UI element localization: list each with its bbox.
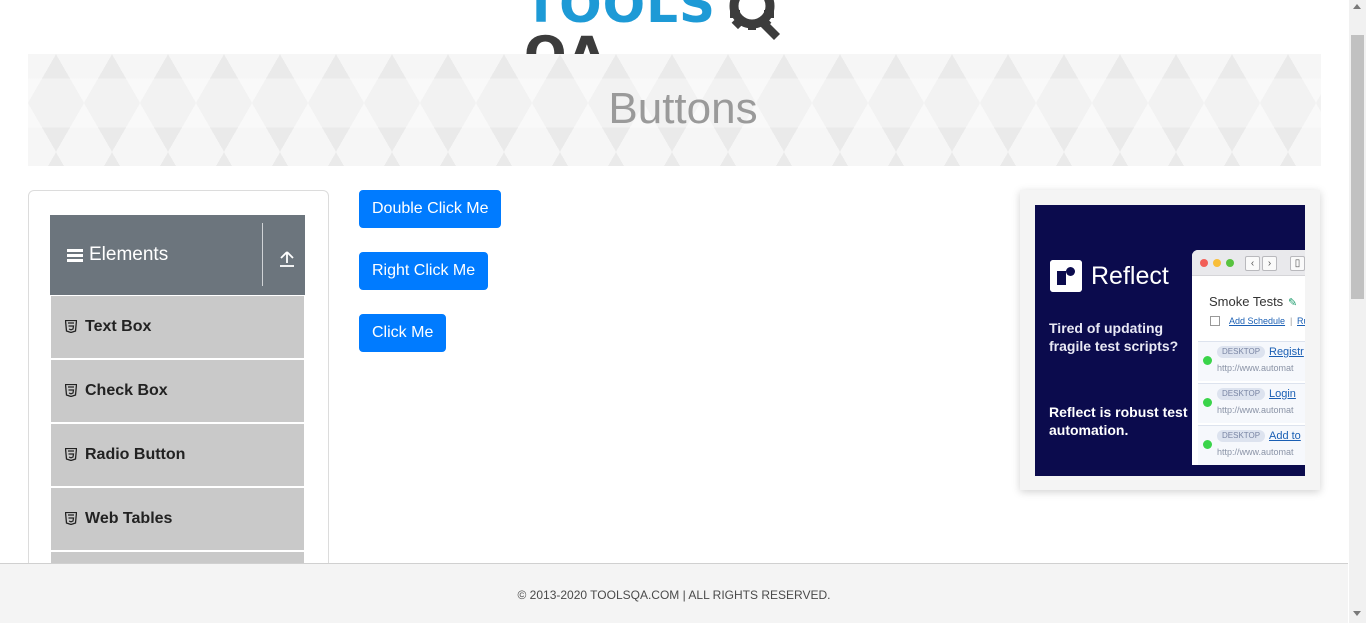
- mock-test-name: Login: [1269, 388, 1296, 400]
- ad-brand-name: Reflect: [1091, 262, 1169, 290]
- html5-icon: [65, 512, 77, 525]
- chevron-left-icon: ‹: [1245, 256, 1260, 271]
- scroll-up-arrow-icon[interactable]: [1353, 4, 1361, 9]
- mock-test-row: DESKTOP Add to http://www.automat: [1198, 425, 1305, 465]
- sidebar-item-partial[interactable]: [51, 552, 304, 563]
- maximize-dot-icon: [1226, 259, 1234, 267]
- ad-claim: Reflect is robust test automation.: [1049, 404, 1188, 438]
- vertical-scrollbar[interactable]: [1349, 0, 1366, 623]
- html5-icon: [65, 384, 77, 397]
- sidebar-group-title: Elements: [89, 244, 169, 265]
- mock-window-bar: ‹ › ▯: [1192, 250, 1305, 276]
- sidebar-group-elements[interactable]: Elements: [50, 215, 305, 295]
- sidebar-item-label: Radio Button: [85, 446, 186, 463]
- calendar-icon: [1210, 316, 1220, 326]
- collapse-up-icon[interactable]: [279, 250, 295, 268]
- html5-icon: [65, 320, 77, 333]
- sidebar-item-label: Check Box: [85, 382, 168, 399]
- site-logo[interactable]: TOOLSQA: [524, 0, 844, 80]
- page-footer: © 2013-2020 TOOLSQA.COM | ALL RIGHTS RES…: [0, 563, 1348, 623]
- mock-test-url: http://www.automat: [1217, 363, 1294, 373]
- footer-copyright: © 2013-2020 TOOLSQA.COM | ALL RIGHTS RES…: [517, 588, 831, 602]
- mock-test-url: http://www.automat: [1217, 447, 1294, 457]
- sidebar-item-radio-button[interactable]: Radio Button: [51, 424, 304, 486]
- chevron-right-icon: ›: [1262, 256, 1277, 271]
- scroll-down-arrow-icon[interactable]: [1353, 611, 1361, 616]
- mock-schedule-link: Add Schedule: [1229, 316, 1286, 326]
- hamburger-icon: [67, 249, 83, 262]
- mock-run-link: Ru: [1297, 316, 1305, 326]
- ad-app-mockup: ‹ › ▯ Smoke Tests ✎ Add Schedule | Ru DE…: [1192, 250, 1305, 465]
- mock-test-row: DESKTOP Registr http://www.automat: [1198, 341, 1305, 381]
- status-ok-icon: [1203, 356, 1212, 365]
- sidebar-item-label: Text Box: [85, 318, 152, 335]
- mock-test-row: DESKTOP Login http://www.automat: [1198, 383, 1305, 423]
- mock-suite-title: Smoke Tests: [1209, 294, 1284, 309]
- mock-platform-tag: DESKTOP: [1217, 346, 1266, 358]
- header-divider: [262, 223, 263, 286]
- mock-test-name: Add to: [1269, 430, 1301, 442]
- status-ok-icon: [1203, 398, 1212, 407]
- sidebar-toggle-icon: ▯: [1290, 256, 1305, 271]
- click-me-button[interactable]: Click Me: [359, 314, 447, 352]
- mock-separator: |: [1290, 316, 1293, 326]
- gear-icon: [729, 0, 780, 40]
- sidebar-item-text-box[interactable]: Text Box: [51, 296, 304, 358]
- reflect-logo-icon: [1050, 260, 1082, 292]
- mock-test-url: http://www.automat: [1217, 405, 1294, 415]
- right-click-button[interactable]: Right Click Me: [359, 252, 489, 290]
- mock-platform-tag: DESKTOP: [1217, 388, 1266, 400]
- ad-pitch: Tired of updating fragile test scripts?: [1049, 320, 1179, 354]
- double-click-button[interactable]: Double Click Me: [359, 190, 502, 228]
- mock-test-name: Registr: [1269, 346, 1304, 358]
- minimize-dot-icon: [1213, 259, 1221, 267]
- reflect-ad[interactable]: Reflect Tired of updating fragile test s…: [1035, 205, 1305, 476]
- pencil-icon: ✎: [1288, 297, 1298, 309]
- html5-icon: [65, 448, 77, 461]
- mock-platform-tag: DESKTOP: [1217, 430, 1266, 442]
- page-title: Buttons: [608, 84, 758, 133]
- sidebar-item-label: Web Tables: [85, 510, 173, 527]
- close-dot-icon: [1200, 259, 1208, 267]
- status-ok-icon: [1203, 440, 1212, 449]
- scrollbar-thumb[interactable]: [1351, 35, 1364, 299]
- sidebar-item-check-box[interactable]: Check Box: [51, 360, 304, 422]
- sidebar-item-web-tables[interactable]: Web Tables: [51, 488, 304, 550]
